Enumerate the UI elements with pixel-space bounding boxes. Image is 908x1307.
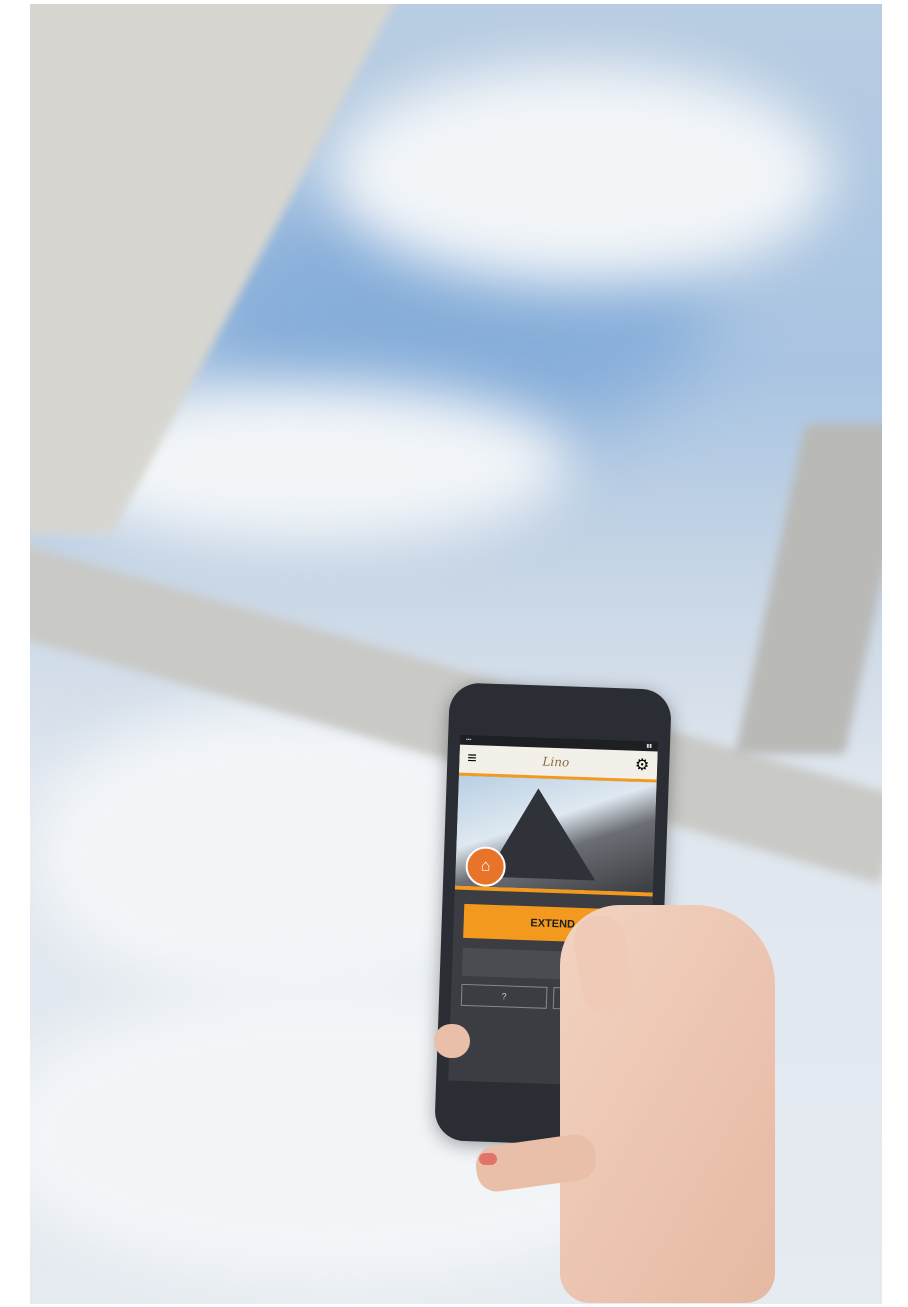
- app-logo: Lino: [542, 754, 570, 770]
- awning-photo: ⌂: [454, 775, 657, 893]
- pergola-post-right: [734, 424, 882, 754]
- cloud: [330, 64, 830, 284]
- fingernail: [479, 1153, 497, 1165]
- help-button[interactable]: ?: [460, 983, 548, 1009]
- finger-tip: [434, 1024, 470, 1058]
- hamburger-icon[interactable]: ≡: [467, 750, 477, 768]
- gear-icon[interactable]: ⚙: [635, 755, 650, 775]
- awning-icon[interactable]: ⌂: [464, 845, 507, 888]
